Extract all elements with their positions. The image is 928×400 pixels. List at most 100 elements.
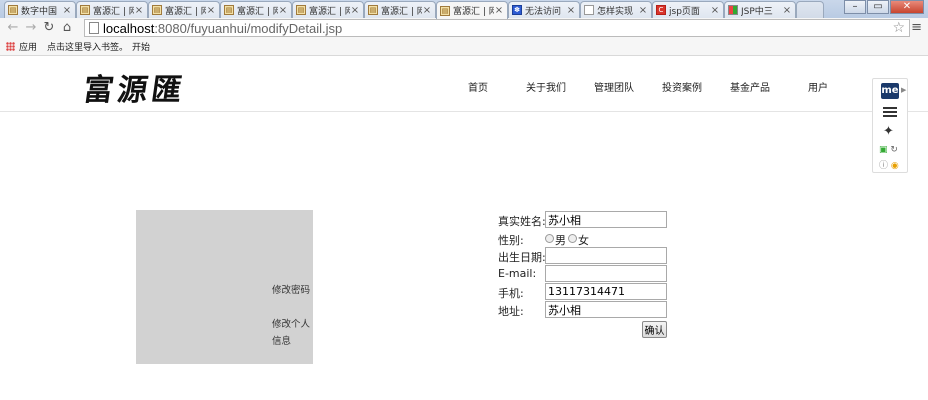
gender-male-label: 男 [555,234,566,247]
bookmark-star-icon[interactable]: ☆ [892,20,905,36]
change-info-link-line2[interactable]: 信息 [272,333,291,347]
nav-user[interactable]: 用户 [808,79,828,94]
browser-toolbar: ← → ↻ ⌂ localhost:8080/fuyuanhui/modifyD… [0,18,928,38]
c-icon: C [656,5,666,15]
address-label: 地址: [498,305,524,318]
page-icon [89,22,99,34]
tab-title: jsp页面 [669,6,700,17]
tab-close-icon[interactable]: × [278,5,288,16]
page-icon: ▤ [296,5,306,15]
nav-team[interactable]: 管理团队 [594,79,634,94]
gender-female-radio[interactable] [568,234,577,243]
msft-icon [728,5,738,15]
birth-row: 出生日期: [498,247,678,264]
refresh-icon[interactable]: ▣ ↻ [879,145,898,155]
nav-about[interactable]: 关于我们 [526,79,566,94]
apps-bookmark[interactable]: 应用 [19,40,37,53]
gender-row: 性别: 男 女 [498,230,678,247]
gender-male-radio[interactable] [545,234,554,243]
window-controls: – ▭ ✕ [843,0,924,14]
tab-close-icon[interactable]: × [638,5,648,16]
address-bar[interactable]: localhost:8080/fuyuanhui/modifyDetail.js… [84,19,910,37]
apps-icon[interactable] [6,42,15,51]
tab-close-icon[interactable]: × [566,5,576,16]
browser-tab[interactable]: ▤ 富源汇 | 网 × [148,1,220,18]
browser-tab[interactable]: ✽ 无法访问 × [508,1,580,18]
phone-label: 手机: [498,287,524,300]
nav-funds[interactable]: 基金产品 [730,79,770,94]
tab-close-icon[interactable]: × [422,5,432,16]
browser-tab[interactable]: JSP中三 × [724,1,796,18]
tab-title: 怎样实现 [597,6,634,17]
browser-tab[interactable]: ▤ 富源汇 | 网 × [364,1,436,18]
tab-close-icon[interactable]: × [62,5,72,16]
extension-badge[interactable]: me [881,83,899,99]
extension-panel: me ▶ ✦ ▣ ↻ ⓘ ◉ [872,78,908,173]
gender-label: 性别: [498,234,524,247]
tab-title: 富源汇 | 网 [237,6,278,17]
real-name-label: 真实姓名: [498,215,546,228]
confirm-button[interactable]: 确认 [642,321,667,338]
tab-title: 富源汇 | 网 [309,6,350,17]
real-name-field[interactable] [545,211,667,228]
maximize-button[interactable]: ▭ [867,0,889,14]
email-label: E-mail: [498,267,537,280]
tab-title: 富源汇 | 网 [453,7,494,17]
gender-female-label: 女 [578,234,589,247]
change-info-link[interactable]: 修改个人 [272,316,310,330]
close-window-button[interactable]: ✕ [890,0,924,14]
nav-cases[interactable]: 投资案例 [662,79,702,94]
tab-close-icon[interactable]: × [782,5,792,16]
tab-title: JSP中三 [741,6,773,17]
start-bookmark[interactable]: 开始 [132,40,150,53]
email-row: E-mail: [498,265,678,282]
address-row: 地址: [498,301,678,318]
address-field[interactable] [545,301,667,318]
new-tab-button[interactable] [796,1,824,18]
tab-title: 无法访问 [525,6,562,17]
import-bookmarks-link[interactable]: 点击这里导入书签。 [47,40,128,53]
tab-close-icon[interactable]: × [350,5,360,16]
expand-arrow-icon[interactable]: ▶ [901,86,906,94]
page-icon: ▤ [8,5,18,15]
view-icon[interactable]: ⓘ ◉ [879,158,899,171]
forward-icon[interactable]: → [22,19,40,37]
nav-home[interactable]: 首页 [468,79,488,94]
magic-wand-icon[interactable]: ✦ [883,124,894,139]
home-icon[interactable]: ⌂ [58,19,76,37]
page-icon: ▤ [440,5,450,16]
email-field[interactable] [545,265,667,282]
real-name-row: 真实姓名: [498,211,678,228]
tab-close-icon[interactable]: × [134,5,144,16]
tab-title: 数字中国 [21,6,58,17]
tab-title: 富源汇 | 网 [165,6,206,17]
birth-label: 出生日期: [498,251,546,264]
baidu-icon: ✽ [512,5,522,15]
document-icon [584,5,594,15]
browser-tab[interactable]: ▤ 数字中国 × [4,1,76,18]
tab-title: 富源汇 | 网 [381,6,422,17]
tab-close-icon[interactable]: × [710,5,720,16]
tab-title: 富源汇 | 网 [93,6,134,17]
tab-strip: ▤ 数字中国 × ▤ 富源汇 | 网 × ▤ 富源汇 | 网 × ▤ 富源汇 | 网 × ▤ 富源汇 | … [0,0,928,19]
phone-field[interactable] [545,283,667,300]
menu-icon[interactable]: ≡ [911,18,922,38]
browser-tab[interactable]: Cjsp页面 × [652,1,724,18]
browser-tab[interactable]: ▤ 富源汇 | 网 × [220,1,292,18]
minimize-button[interactable]: – [844,0,866,14]
reload-icon[interactable]: ↻ [40,19,58,37]
hamburger-menu-icon[interactable] [883,107,897,117]
browser-tab[interactable]: 怎样实现 × [580,1,652,18]
page-icon: ▤ [224,5,234,15]
site-logo[interactable]: 富源匯 [81,65,189,109]
browser-tab[interactable]: ▤ 富源汇 | 网 × [436,1,508,19]
tab-close-icon[interactable]: × [494,5,504,16]
birth-date-field[interactable] [545,247,667,264]
page-icon: ▤ [152,5,162,15]
change-password-link[interactable]: 修改密码 [272,282,310,296]
browser-tab[interactable]: ▤ 富源汇 | 网 × [76,1,148,18]
browser-tab[interactable]: ▤ 富源汇 | 网 × [292,1,364,18]
tab-close-icon[interactable]: × [206,5,216,16]
back-icon[interactable]: ← [4,19,22,37]
phone-row: 手机: [498,283,678,300]
